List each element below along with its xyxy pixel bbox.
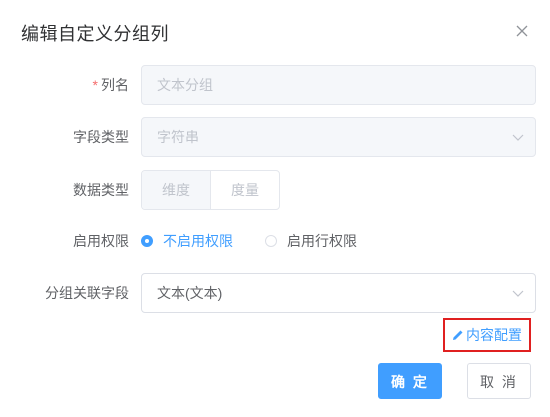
- field-type-row: 字段类型 字符串: [0, 117, 550, 157]
- permission-label: 启用权限: [73, 233, 129, 249]
- radio-unchecked-icon: [265, 235, 277, 247]
- radio-row-permission[interactable]: 启用行权限: [265, 221, 357, 261]
- confirm-button[interactable]: 确 定: [378, 363, 442, 399]
- column-name-input[interactable]: 文本分组: [141, 65, 536, 105]
- edit-group-column-dialog: 编辑自定义分组列 * 列名 文本分组 字段类型 字符串 数据类型 维度 度量 启用…: [0, 0, 550, 417]
- content-config-link[interactable]: 内容配置: [443, 318, 531, 352]
- group-field-value: 文本(文本): [157, 285, 223, 301]
- field-type-value: 字符串: [157, 129, 199, 145]
- data-type-option-dimension[interactable]: 维度: [142, 171, 211, 209]
- field-type-label: 字段类型: [73, 129, 129, 145]
- group-field-row: 分组关联字段 文本(文本): [0, 273, 550, 313]
- close-icon[interactable]: [514, 23, 530, 39]
- radio-checked-icon: [141, 235, 153, 247]
- group-field-select[interactable]: 文本(文本): [141, 273, 536, 313]
- data-type-label: 数据类型: [73, 182, 129, 198]
- permission-row: 启用权限 不启用权限 启用行权限: [0, 221, 550, 261]
- radio-no-permission[interactable]: 不启用权限: [141, 221, 233, 261]
- chevron-down-icon: [512, 290, 524, 297]
- data-type-row: 数据类型 维度 度量: [0, 170, 550, 210]
- dialog-title: 编辑自定义分组列: [21, 24, 169, 44]
- cancel-button[interactable]: 取 消: [467, 363, 531, 399]
- data-type-segmented: 维度 度量: [141, 170, 280, 210]
- chevron-down-icon: [512, 134, 524, 141]
- pencil-icon: [453, 330, 463, 340]
- column-name-row: * 列名 文本分组: [0, 65, 550, 105]
- required-mark: *: [92, 77, 98, 93]
- data-type-option-measure[interactable]: 度量: [211, 171, 279, 209]
- column-name-label: * 列名: [92, 77, 129, 93]
- group-field-label: 分组关联字段: [45, 285, 129, 301]
- content-config-label: 内容配置: [466, 327, 522, 343]
- field-type-select[interactable]: 字符串: [141, 117, 536, 157]
